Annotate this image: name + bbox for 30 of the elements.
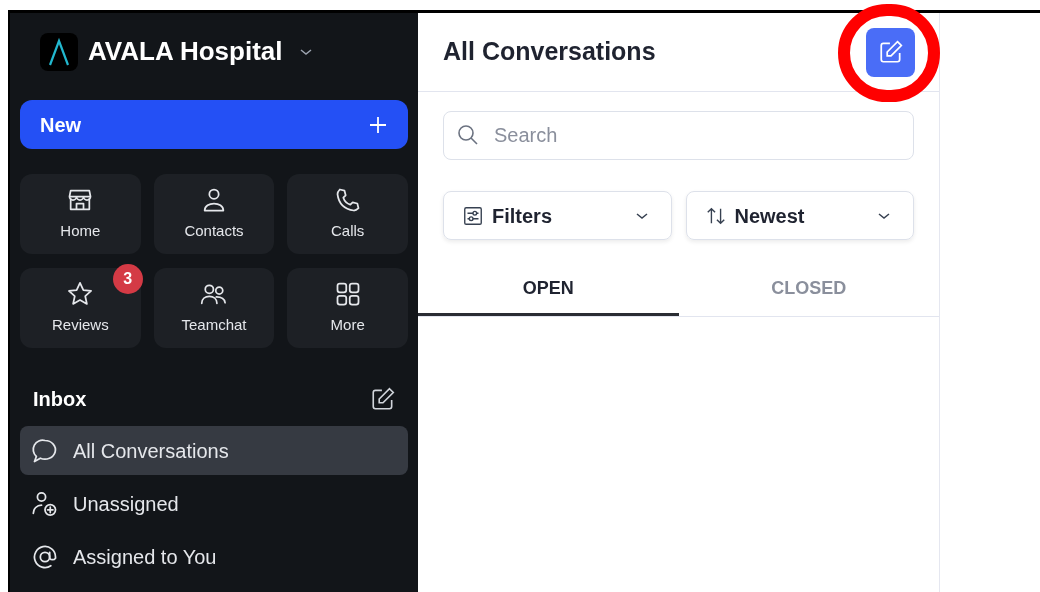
logo-icon bbox=[40, 32, 78, 71]
tab[interactable]: OPEN bbox=[418, 256, 679, 316]
chevron-down-icon bbox=[877, 210, 891, 221]
dropdown-button[interactable]: Filters bbox=[443, 191, 672, 240]
search-icon bbox=[457, 124, 479, 146]
dropdown-button[interactable]: Newest bbox=[685, 191, 914, 240]
nav-tile[interactable]: Home bbox=[20, 174, 141, 254]
chat-icon bbox=[31, 436, 59, 465]
page-title: All Conversations bbox=[443, 36, 656, 68]
nav-tile[interactable]: Teamchat bbox=[153, 268, 275, 348]
nav-tile[interactable]: Calls bbox=[287, 174, 408, 254]
compose-button[interactable] bbox=[866, 27, 915, 77]
compose-icon bbox=[877, 39, 904, 65]
nav-tile[interactable]: Contacts bbox=[153, 174, 275, 254]
inbox-heading: Inbox bbox=[33, 387, 87, 412]
nav-tile[interactable]: More bbox=[287, 268, 408, 348]
person-plus-icon bbox=[31, 489, 59, 518]
inbox-item[interactable]: Assigned to You bbox=[20, 532, 408, 581]
star-icon bbox=[66, 279, 95, 308]
chevron-down-icon bbox=[634, 210, 649, 221]
plus-icon bbox=[368, 114, 388, 135]
workspace-name[interactable]: AVALA Hospital bbox=[88, 32, 283, 71]
new-button[interactable]: New bbox=[20, 100, 408, 149]
compose-icon[interactable] bbox=[370, 386, 396, 412]
inbox-item[interactable]: All Conversations bbox=[20, 426, 408, 475]
filter-icon bbox=[462, 204, 484, 227]
count-badge: 3 bbox=[112, 264, 143, 294]
chevron-down-icon[interactable] bbox=[298, 46, 313, 57]
search-field[interactable]: Search bbox=[443, 111, 914, 160]
inbox-item[interactable]: Unassigned bbox=[20, 479, 408, 528]
